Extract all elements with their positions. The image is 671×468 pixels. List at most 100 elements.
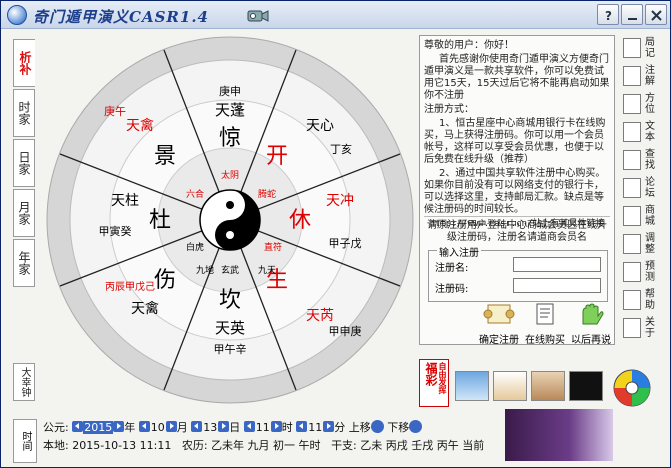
move-down-button[interactable]: 下移 — [387, 419, 423, 435]
color-wheel-icon[interactable] — [613, 369, 651, 407]
god-jiudi: 九地 — [196, 264, 214, 276]
palace-se-star: 天禽 — [131, 300, 159, 317]
confirm-register-button[interactable]: 确定注册 — [478, 302, 520, 346]
month-next-icon[interactable] — [165, 421, 177, 432]
palace-nw-stem: 丁亥 — [330, 142, 352, 156]
time-tab[interactable]: 时间 — [13, 419, 37, 463]
app-window: 奇门遁甲演义CASR1.4 ? 析补 时家 日家 月家 年家 大幸钟 惊 天蓬 … — [0, 0, 671, 468]
toolbar-help-button[interactable]: 帮助 — [621, 287, 669, 314]
god-xuanwu: 玄武 — [221, 264, 239, 276]
register-code-input[interactable] — [513, 278, 601, 293]
palace-nw-star: 天心 — [306, 118, 334, 134]
palace-ne-star: 天禽 — [126, 117, 154, 134]
god-tengshe: 腾蛇 — [258, 188, 276, 200]
tab-bell[interactable]: 大幸钟 — [13, 363, 35, 401]
later-button[interactable]: 以后再说 — [570, 302, 612, 346]
register-notice: 尊敬的用户：你好！ 首先感谢你使用奇门遁甲演义方便奇门遁甲演义是一款共享软件，你… — [424, 40, 610, 232]
palace-west-door: 休 — [289, 208, 311, 233]
register-name-input[interactable] — [513, 257, 601, 272]
day-field[interactable]: 13 — [202, 421, 218, 434]
year-unit: 年 — [124, 421, 136, 434]
toolbar-record-label: 局记 — [645, 37, 655, 59]
month-field[interactable]: 10 — [150, 421, 166, 434]
notice-greeting: 尊敬的用户：你好！ — [424, 40, 514, 51]
month-unit: 月 — [176, 421, 188, 434]
toolbar-search-button[interactable]: 查找 — [621, 147, 669, 174]
register-panel: 尊敬的用户：你好！ 首先感谢你使用奇门遁甲演义方便奇门遁甲演义是一款共享软件，你… — [419, 35, 615, 346]
minute-next-icon[interactable] — [323, 421, 335, 432]
year-prev-icon[interactable] — [72, 421, 84, 432]
minute-prev-icon[interactable] — [296, 421, 308, 432]
buy-online-button[interactable]: 在线购买 — [524, 302, 566, 346]
chart-thumbnail[interactable] — [455, 371, 489, 401]
toolbar-direction-button[interactable]: 方位 — [621, 91, 669, 118]
palace-se-door: 伤 — [154, 268, 176, 293]
register-legend: 输入注册 — [437, 244, 481, 259]
text-icon — [623, 122, 641, 142]
toolbar-shop-label: 商城 — [645, 205, 655, 227]
day-next-icon[interactable] — [218, 421, 230, 432]
palace-sw-stem: 甲申庚 — [329, 324, 362, 338]
palace-ne-stem: 庚午 — [104, 104, 126, 118]
current-button[interactable]: 当前 — [462, 437, 484, 453]
palace-nw-door: 开 — [266, 144, 288, 169]
lunar-value: 乙未年 九月 初一 午时 — [211, 439, 321, 452]
ganzhi-label: 干支: — [331, 439, 357, 452]
move-down-label: 下移 — [387, 421, 410, 434]
tab-year[interactable]: 年家 — [13, 239, 35, 287]
notice-intro: 首先感谢你使用奇门遁甲演义方便奇门遁甲演义是一款共享软件，你可以免费试用它15天… — [424, 54, 610, 101]
forum-icon — [623, 178, 641, 198]
predict-icon — [623, 262, 641, 282]
lottery-button[interactable]: 福彩 自由发挥 — [419, 359, 449, 407]
eyes-thumbnail[interactable] — [569, 371, 603, 401]
document-icon — [536, 303, 554, 325]
help-icon — [623, 290, 641, 310]
member-note: 请原注册用户登陆中心商城会员区在线升级注册码，注册名请道商会员名 — [427, 220, 607, 243]
toolbar-text-button[interactable]: 文本 — [621, 119, 669, 146]
toolbar-record-button[interactable]: 局记 — [621, 35, 669, 62]
palace-west-star: 天冲 — [326, 193, 354, 209]
lottery-sub-label: 自由发挥 — [438, 362, 448, 394]
buy-online-label: 在线购买 — [525, 335, 565, 346]
hour-field[interactable]: 11 — [255, 421, 271, 434]
camera-icon[interactable] — [247, 7, 269, 23]
register-group: 输入注册 注册名: 注册码: — [428, 244, 608, 302]
palace-north-door: 惊 — [219, 126, 241, 151]
close-button[interactable] — [645, 4, 667, 25]
palace-south-star: 天英 — [215, 319, 245, 337]
local-label: 本地: — [43, 439, 69, 452]
toolbar-notes-button[interactable]: 注解 — [621, 63, 669, 90]
toolbar-search-label: 查找 — [645, 149, 655, 171]
move-up-button[interactable]: 上移 — [349, 419, 384, 435]
tab-day[interactable]: 日家 — [13, 139, 35, 187]
hour-prev-icon[interactable] — [243, 421, 255, 432]
star-icon — [623, 94, 641, 114]
toolbar-forum-button[interactable]: 论坛 — [621, 175, 669, 202]
palace-ne-door: 景 — [154, 144, 176, 169]
minimize-button[interactable] — [621, 4, 643, 25]
tab-hour[interactable]: 时家 — [13, 89, 35, 137]
day-prev-icon[interactable] — [191, 421, 203, 432]
toolbar-adjust-button[interactable]: 调整 — [621, 231, 669, 258]
god-zhifu: 直符 — [264, 241, 282, 253]
shop-icon — [623, 206, 641, 226]
toolbar-shop-button[interactable]: 商城 — [621, 203, 669, 230]
scroll-icon — [483, 304, 515, 324]
figure-thumbnail[interactable] — [493, 371, 527, 401]
year-field[interactable]: 2015 — [83, 421, 114, 434]
hour-next-icon[interactable] — [270, 421, 282, 432]
toolbar-predict-button[interactable]: 预测 — [621, 259, 669, 286]
tab-month[interactable]: 月家 — [13, 189, 35, 237]
minute-field[interactable]: 11 — [307, 421, 323, 434]
later-label: 以后再说 — [571, 335, 611, 346]
people-thumbnail[interactable] — [531, 371, 565, 401]
decor-image — [505, 409, 613, 461]
register-name-label: 注册名: — [435, 263, 469, 274]
year-next-icon[interactable] — [113, 421, 125, 432]
notes-icon — [623, 66, 641, 86]
tab-analysis[interactable]: 析补 — [13, 39, 35, 87]
month-prev-icon[interactable] — [138, 421, 150, 432]
svg-text:?: ? — [605, 9, 612, 23]
help-button[interactable]: ? — [597, 4, 619, 25]
toolbar-about-button[interactable]: 关于 — [621, 315, 669, 342]
